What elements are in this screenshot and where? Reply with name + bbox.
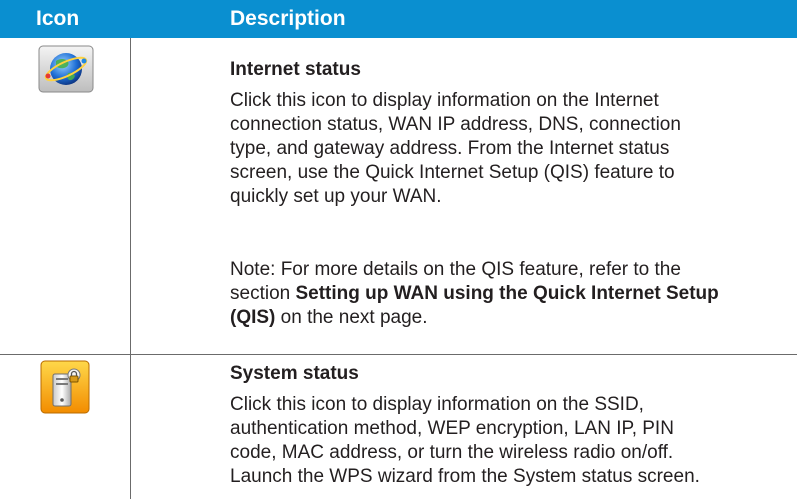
row-title: Internet status [230,59,361,80]
note-text: on the next page. [275,307,428,328]
note-line: section Setting up WAN using the Quick I… [230,282,790,306]
note-line: (QIS) on the next page. [230,306,790,330]
computer-lock-icon [40,360,90,414]
description-line: Launch the WPS wizard from the System st… [230,466,700,487]
description-line: Click this icon to display information o… [230,90,659,111]
description-line: type, and gateway address. From the Inte… [230,138,670,159]
row-note: Note: For more details on the QIS featur… [230,258,790,330]
description-line: Click this icon to display information o… [230,394,644,415]
note-text: section [230,283,296,304]
row-description: Click this icon to display information o… [230,393,790,489]
globe-icon [38,45,94,93]
header-description-column: Description [230,7,346,30]
column-divider [130,37,131,499]
header-icon-column: Icon [36,7,80,30]
table-header: Icon Description [0,0,797,37]
internet-status-globe-icon[interactable] [38,45,94,93]
row-separator [0,354,797,355]
note-section-link: Setting up WAN using the Quick Internet … [295,283,719,304]
description-line: connection status, WAN IP address, DNS, … [230,114,681,135]
system-status-computer-lock-icon[interactable] [40,360,90,414]
description-line: code, MAC address, or turn the wireless … [230,442,674,463]
row-separator-top [0,37,797,38]
description-line: screen, use the Quick Internet Setup (QI… [230,162,675,183]
row-description: Click this icon to display information o… [230,89,790,209]
description-line: authentication method, WEP encryption, L… [230,418,674,439]
note-section-link: (QIS) [230,307,276,328]
note-line: Note: For more details on the QIS featur… [230,259,681,280]
row-title: System status [230,363,359,384]
description-line: quickly set up your WAN. [230,186,442,207]
